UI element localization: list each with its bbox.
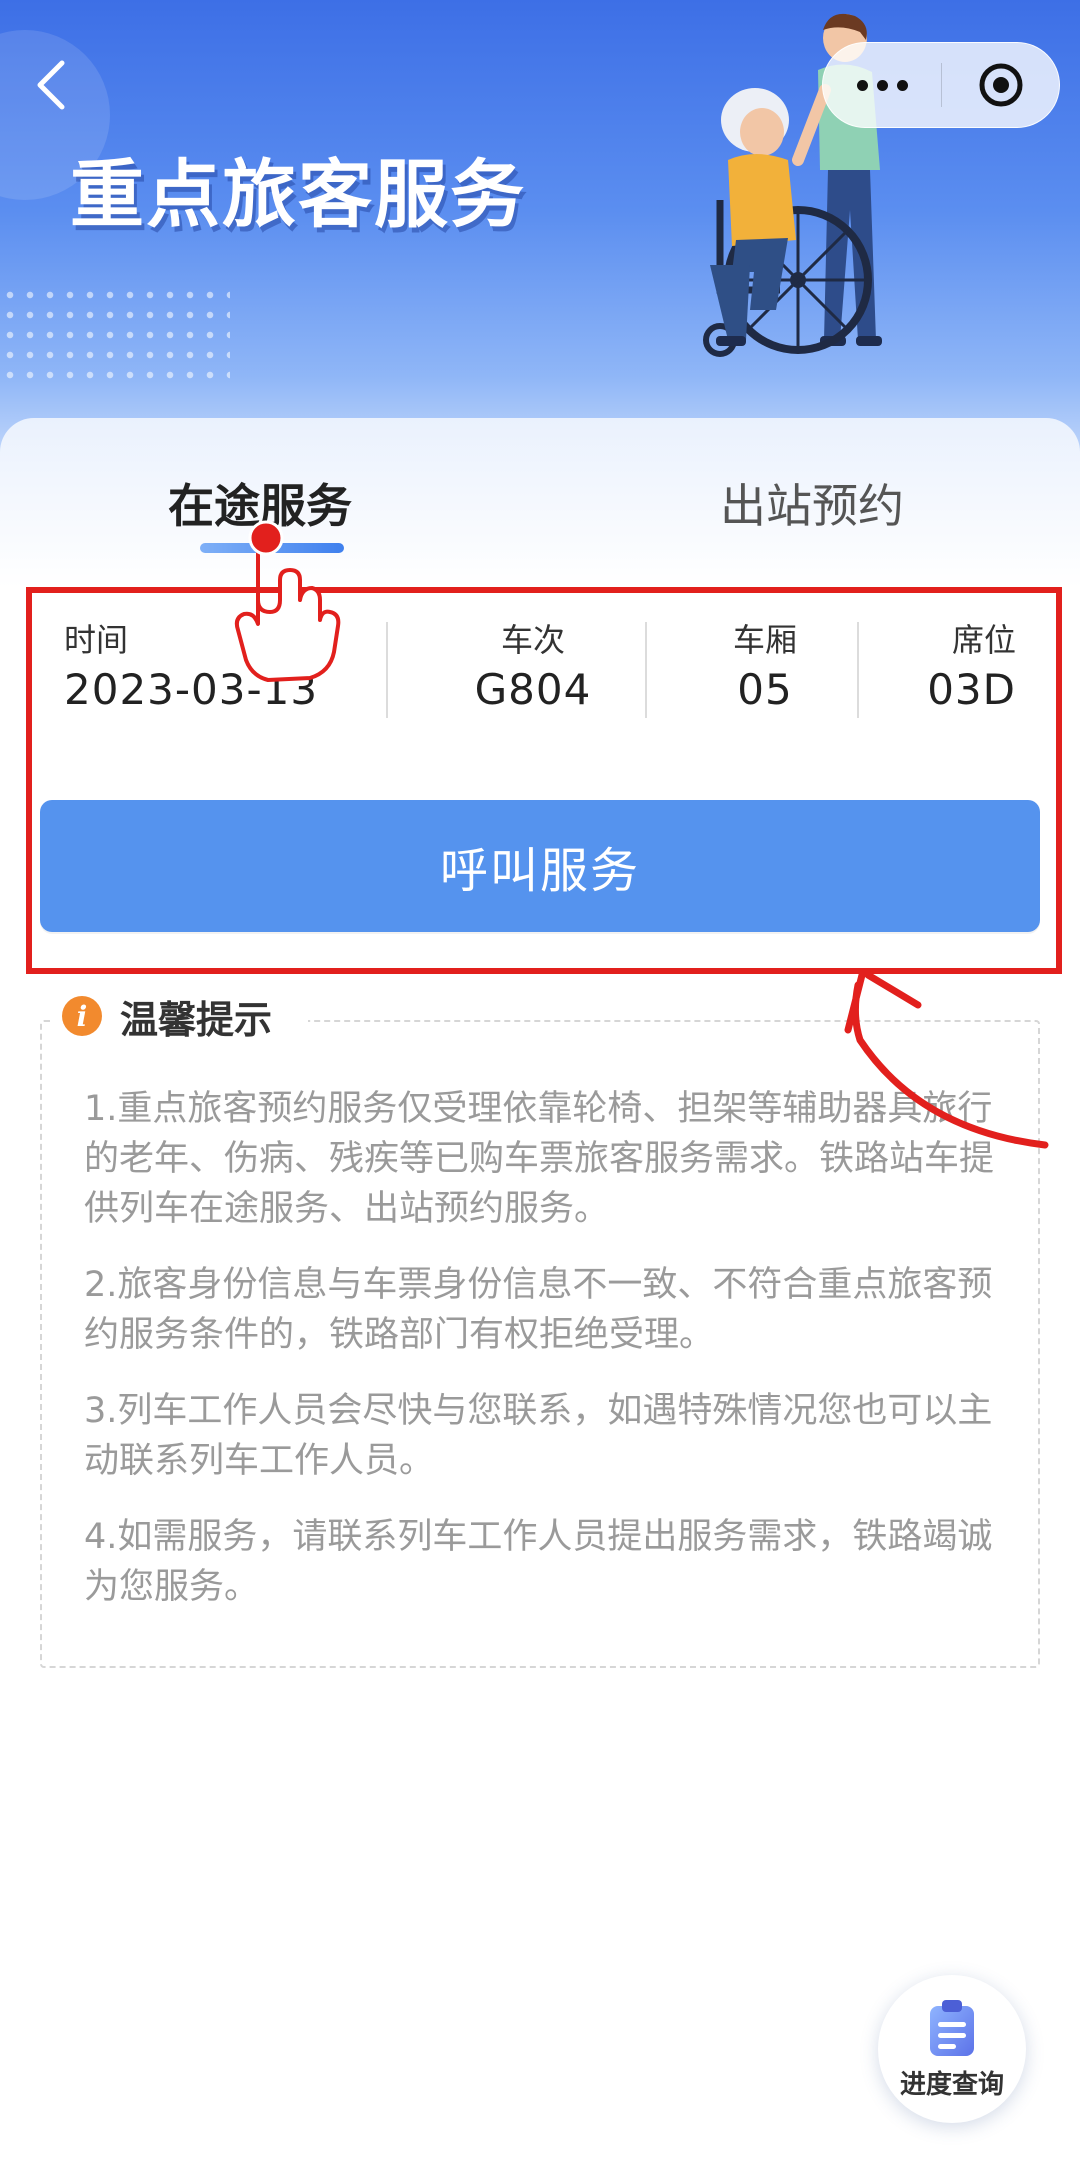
divider xyxy=(645,622,647,718)
page-title: 重点旅客服务 xyxy=(70,152,526,238)
tip-item: 4.如需服务，请联系列车工作人员提出服务需求，铁路竭诚为您服务。 xyxy=(84,1517,993,1607)
clipboard-icon xyxy=(930,1999,974,2056)
capsule-close-button[interactable] xyxy=(942,42,1059,128)
tab-exit-reservation[interactable]: 出站预约 xyxy=(720,470,904,536)
date-value: 2023-03-13 xyxy=(64,665,319,714)
active-tab-indicator xyxy=(200,543,344,553)
date-label: 时间 xyxy=(64,621,129,659)
page: 重点旅客服务 在途服务 出站预约 时间 2023-03-13 车次 G804 车… xyxy=(0,0,1080,2172)
ticket-seat: 席位 03D xyxy=(892,615,1016,714)
car-label: 车厢 xyxy=(732,621,797,659)
train-value: G804 xyxy=(474,665,592,714)
call-service-button[interactable]: 呼叫服务 xyxy=(40,800,1040,932)
seat-value: 03D xyxy=(927,665,1016,714)
target-close-icon xyxy=(979,63,1022,107)
progress-query-label: 进度查询 xyxy=(899,2069,1004,2100)
car-value: 05 xyxy=(737,665,793,714)
tip-item: 2.旅客身份信息与车票身份信息不一致、不符合重点旅客预约服务条件的，铁路部门有权… xyxy=(84,1265,993,1355)
train-label: 车次 xyxy=(500,621,565,659)
header-banner: 重点旅客服务 xyxy=(0,0,1080,470)
chevron-left-icon xyxy=(37,60,65,110)
decor-dots xyxy=(0,285,230,385)
ticket-info: 时间 2023-03-13 车次 G804 车厢 05 席位 03D xyxy=(40,615,1040,725)
divider xyxy=(386,622,388,718)
info-icon: i xyxy=(62,996,102,1036)
tips-panel: 1.重点旅客预约服务仅受理依靠轮椅、担架等辅助器具旅行的老年、伤病、残疾等已购车… xyxy=(40,1020,1040,1668)
tip-item: 1.重点旅客预约服务仅受理依靠轮椅、担架等辅助器具旅行的老年、伤病、残疾等已购车… xyxy=(84,1089,995,1229)
back-button[interactable] xyxy=(22,55,82,115)
ticket-car: 车厢 05 xyxy=(690,615,840,714)
more-dots-icon[interactable] xyxy=(823,42,941,128)
divider xyxy=(857,622,859,718)
tip-item: 3.列车工作人员会尽快与您联系，如遇特殊情况您也可以主动联系列车工作人员。 xyxy=(84,1391,993,1481)
progress-query-button[interactable]: 进度查询 xyxy=(878,1975,1026,2123)
tips-title: 温馨提示 xyxy=(120,997,273,1042)
tips-header: i 温馨提示 xyxy=(62,990,272,1042)
ticket-train: 车次 G804 xyxy=(458,615,608,714)
tab-onroad-service[interactable]: 在途服务 xyxy=(168,470,352,536)
mini-program-capsule xyxy=(822,42,1060,128)
ticket-date: 时间 2023-03-13 xyxy=(64,615,318,714)
seat-label: 席位 xyxy=(951,621,1016,659)
